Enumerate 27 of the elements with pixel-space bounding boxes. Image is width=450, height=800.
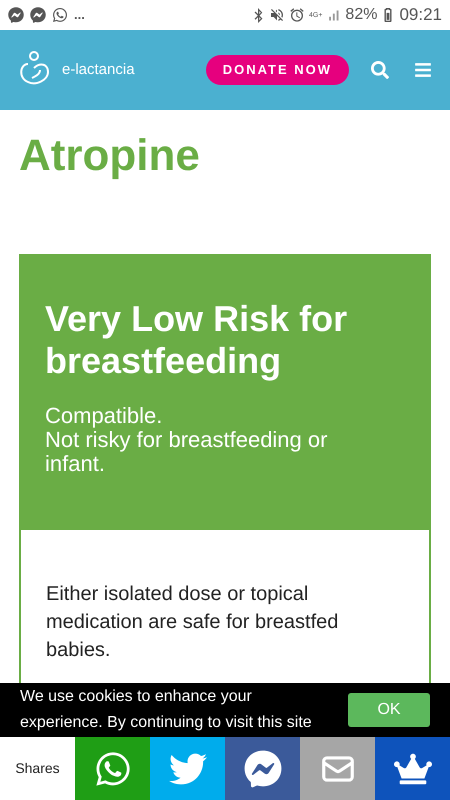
cookie-text: We use cookies to enhance your experience. By continuing to visit this site (20, 687, 313, 733)
ok-button[interactable]: OK (348, 693, 430, 727)
whatsapp-share-button[interactable] (75, 737, 150, 800)
risk-heading: Very Low Risk for breastfeeding (45, 298, 348, 382)
signal-icon (326, 8, 342, 22)
more-notifications: ... (74, 6, 85, 24)
risk-summary: Compatible. (45, 404, 164, 428)
menu-icon[interactable] (414, 61, 432, 79)
battery-percent: 82% (345, 5, 378, 25)
alarm-icon (288, 7, 305, 23)
search-icon[interactable] (371, 61, 389, 79)
whatsapp-icon (52, 7, 68, 23)
logo-text: e-lactancia (62, 60, 135, 80)
mute-icon (268, 7, 285, 23)
shares-label: Shares (14, 759, 61, 778)
messenger-share-button[interactable] (225, 737, 300, 800)
crown-button[interactable] (375, 737, 450, 800)
risk-description: Either isolated dose or topical medication are safe for breastfed babies. (46, 582, 340, 663)
messenger-icon (244, 750, 282, 788)
clock: 09:21 (399, 4, 442, 26)
messenger-icon (8, 7, 24, 23)
risk-summary: Not risky for breastfeeding or infant. (45, 428, 328, 476)
page-title: Atropine (19, 134, 201, 178)
whatsapp-icon (94, 750, 132, 788)
messenger-icon (30, 7, 46, 23)
donate-button[interactable]: DONATE NOW (206, 55, 349, 85)
bluetooth-icon (252, 8, 265, 22)
